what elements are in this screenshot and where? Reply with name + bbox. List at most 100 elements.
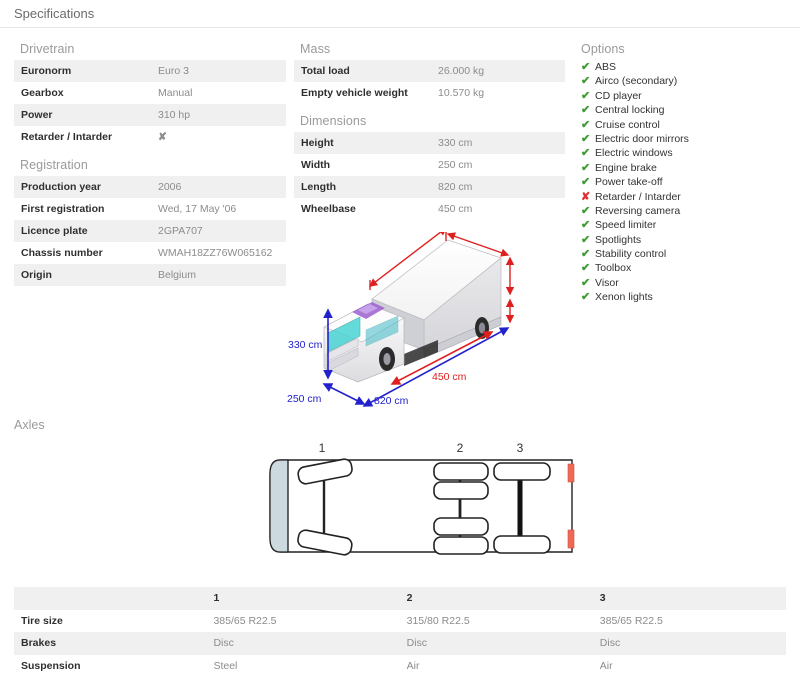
option-label: Stability control <box>595 248 667 261</box>
column-left: Drivetrain Euronorm Euro 3 Gearbox Manua… <box>0 42 286 305</box>
drivetrain-table: Euronorm Euro 3 Gearbox Manual Power 310… <box>14 60 286 148</box>
row-value: Disc <box>213 637 234 650</box>
row-label: Length <box>301 181 336 193</box>
length-label: 820 cm <box>374 395 409 407</box>
check-icon: ✔ <box>581 262 591 275</box>
section-title-registration: Registration <box>20 158 88 172</box>
dimensions-table: Height 330 cm Width 250 cm Length 820 cm… <box>294 132 565 220</box>
row-label: Suspension <box>21 659 81 672</box>
option-label: Xenon lights <box>595 291 653 304</box>
check-icon: ✔ <box>581 118 591 131</box>
row-value: 330 cm <box>438 137 473 149</box>
option-label: CD player <box>595 89 642 102</box>
option-item: ✔ Engine brake <box>581 161 800 175</box>
table-header-row: 1 2 3 <box>14 587 786 610</box>
table-row: Suspension Steel Air Air <box>14 655 786 678</box>
row-value: WMAH18ZZ76W065162 <box>158 247 273 259</box>
option-label: Spotlights <box>595 233 642 246</box>
axles-table-col-1: 1 <box>213 592 220 605</box>
table-row: Power 310 hp <box>14 104 286 126</box>
page-header: Specifications <box>0 0 800 28</box>
option-label: Toolbox <box>595 262 632 275</box>
row-label: Chassis number <box>21 247 103 259</box>
option-item: ✔ Spotlights <box>581 233 800 247</box>
row-label: Gearbox <box>21 87 64 99</box>
section-title-mass: Mass <box>300 42 331 56</box>
row-value: 310 hp <box>158 109 191 121</box>
height-label: 330 cm <box>288 339 323 351</box>
mass-table: Total load 26.000 kg Empty vehicle weigh… <box>294 60 565 104</box>
axles-table: 1 2 3 Tire size 385/65 R22.5 315/80 R22.… <box>14 587 786 677</box>
check-icon: ✔ <box>581 291 591 304</box>
check-icon: ✔ <box>581 89 591 102</box>
row-label: Licence plate <box>21 225 88 237</box>
option-item: ✔ Reversing camera <box>581 204 800 218</box>
option-item: ✔ Toolbox <box>581 261 800 275</box>
option-item: ✔ Cruise control <box>581 118 800 132</box>
option-label: Central locking <box>595 104 665 117</box>
row-value: 450 cm <box>438 203 473 215</box>
check-icon: ✔ <box>581 219 591 232</box>
width-arrow <box>322 383 366 405</box>
option-label: Engine brake <box>595 161 657 174</box>
options-list: ✔ ABS ✔ Airco (secondary) ✔ CD player ✔ Central… <box>575 60 800 305</box>
check-icon: ✔ <box>581 161 591 174</box>
row-label: Origin <box>21 269 52 281</box>
row-value: 315/80 R22.5 <box>406 614 470 627</box>
table-row: Tire size 385/65 R22.5 315/80 R22.5 385/… <box>14 610 786 633</box>
option-item: ✔ Speed limiter <box>581 218 800 232</box>
option-label: Retarder / Intarder <box>595 190 681 203</box>
table-row: Chassis number WMAH18ZZ76W065162 <box>14 242 286 264</box>
check-icon: ✔ <box>581 248 591 261</box>
row-label: Tire size <box>21 614 63 627</box>
axles-table-col-2: 2 <box>406 592 413 605</box>
row-label: Euronorm <box>21 65 72 77</box>
section-title-dimensions: Dimensions <box>300 114 367 128</box>
row-value: 385/65 R22.5 <box>213 614 277 627</box>
row-label: First registration <box>21 203 105 215</box>
row-value: Steel <box>213 659 238 672</box>
cross-icon: ✘ <box>581 190 591 203</box>
option-item: ✔ Stability control <box>581 247 800 261</box>
width-label: 250 cm <box>287 393 322 405</box>
axles-table-col-3: 3 <box>599 592 606 605</box>
check-icon: ✔ <box>581 147 591 160</box>
row-value: 2GPA707 <box>158 225 203 237</box>
row-label: Power <box>21 109 53 121</box>
column-right: Options ✔ ABS ✔ Airco (secondary) ✔ CD player… <box>565 42 800 305</box>
option-label: Cruise control <box>595 118 660 131</box>
table-row: Brakes Disc Disc Disc <box>14 632 786 655</box>
table-row: Length 820 cm <box>294 176 565 198</box>
axle-number-2: 2 <box>457 441 464 455</box>
option-item: ✔ Visor <box>581 276 800 290</box>
table-row: Height 330 cm <box>294 132 565 154</box>
option-label: Electric windows <box>595 147 673 160</box>
row-value: Disc <box>599 637 621 650</box>
check-icon: ✔ <box>581 176 591 189</box>
row-value: Belgium <box>158 269 196 281</box>
row-label: Empty vehicle weight <box>301 87 408 99</box>
option-item: ✘ Retarder / Intarder <box>581 190 800 204</box>
option-item: ✔ CD player <box>581 89 800 103</box>
option-item: ✔ Central locking <box>581 103 800 117</box>
check-icon: ✔ <box>581 132 591 145</box>
table-row: Total load 26.000 kg <box>294 60 565 82</box>
option-label: Reversing camera <box>595 204 681 217</box>
check-icon: ✔ <box>581 75 591 88</box>
option-item: ✔ ABS <box>581 60 800 74</box>
table-row: Retarder / Intarder ✘ <box>14 126 286 148</box>
row-value: Wed, 17 May '06 <box>158 203 237 215</box>
check-icon: ✔ <box>581 61 591 73</box>
option-label: Power take-off <box>595 176 663 189</box>
row-value: 10.570 kg <box>438 87 485 99</box>
row-label: Brakes <box>21 637 57 650</box>
option-item: ✔ Power take-off <box>581 175 800 189</box>
row-value: 820 cm <box>438 181 473 193</box>
row-value: Air <box>599 659 613 672</box>
table-row: Wheelbase 450 cm <box>294 198 565 220</box>
check-icon: ✔ <box>581 104 591 117</box>
truck-dimensions-illustration: 330 cm 250 cm 820 cm 450 cm <box>286 227 526 417</box>
page-title: Specifications <box>14 6 95 21</box>
table-row: Licence plate 2GPA707 <box>14 220 286 242</box>
row-value: Air <box>406 659 420 672</box>
